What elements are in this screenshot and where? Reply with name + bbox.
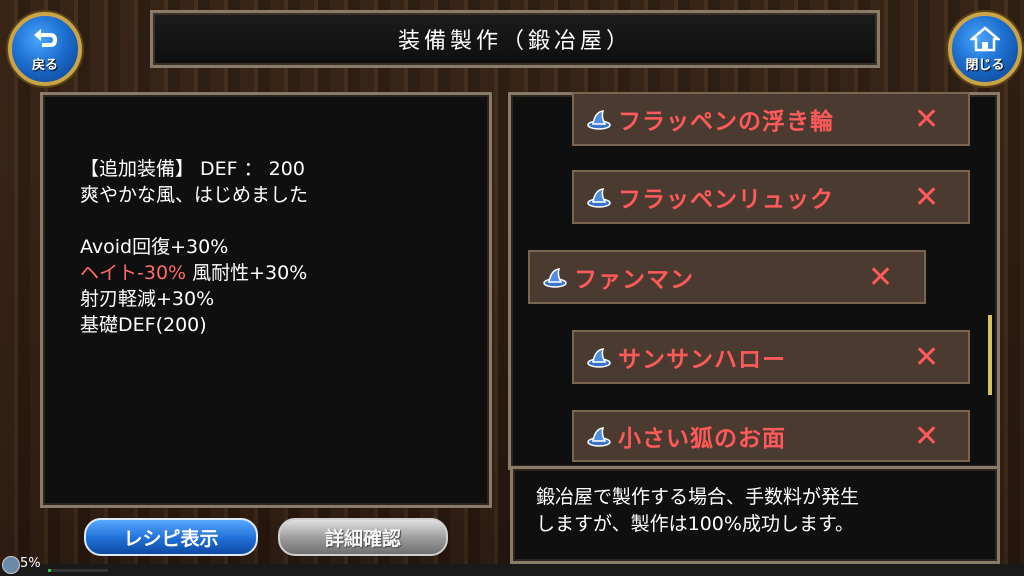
detail-confirm-button[interactable]: 詳細確認 (278, 518, 448, 556)
detail-line-hate-wind: ヘイト-30% 風耐性+30% (80, 258, 307, 285)
hat-icon (587, 427, 611, 447)
page-title: 装備製作（鍛冶屋） (397, 29, 632, 54)
home-icon (970, 25, 1000, 51)
close-button-label: 閉じる (965, 57, 1005, 73)
hat-icon (587, 348, 611, 368)
progress-track (48, 569, 108, 572)
item-name: フラッペンの浮き輪 (618, 109, 834, 135)
detail-line-avoid: Avoid回復+30% (80, 236, 229, 258)
detail-hate-text: ヘイト-30% (80, 262, 187, 284)
close-button[interactable]: 閉じる (948, 12, 1022, 86)
back-button[interactable]: 戻る (8, 12, 82, 86)
hat-icon (587, 110, 611, 130)
hat-icon (587, 188, 611, 208)
cancel-icon[interactable]: ✕ (868, 260, 893, 295)
list-scrollbar[interactable] (988, 315, 992, 395)
cancel-icon[interactable]: ✕ (914, 340, 939, 375)
status-bar (0, 564, 1024, 576)
info-line-1: 鍛冶屋で製作する場合、手数料が発生 (536, 486, 860, 508)
detail-line-base-def: 基礎DEF(200) (80, 314, 207, 336)
cancel-icon[interactable]: ✕ (914, 180, 939, 215)
recipe-display-button[interactable]: レシピ表示 (84, 518, 258, 556)
list-item[interactable]: フラッペンの浮き輪 ✕ (572, 92, 970, 146)
info-line-2: しますが、製作は100%成功します。 (536, 513, 855, 535)
cancel-icon[interactable]: ✕ (914, 102, 939, 137)
list-item[interactable]: フラッペンリュック ✕ (572, 170, 970, 224)
item-name: 小さい狐のお面 (618, 426, 786, 452)
back-arrow-icon (34, 28, 57, 47)
list-item[interactable]: サンサンハロー ✕ (572, 330, 970, 384)
title-bar: 装備製作（鍛冶屋） (150, 10, 880, 68)
progress-percent: 5% (20, 556, 41, 571)
item-name: ファンマン (574, 267, 694, 293)
detail-confirm-label: 詳細確認 (324, 527, 401, 550)
list-item-selected[interactable]: ファンマン ✕ (528, 250, 926, 304)
item-name: フラッペンリュック (618, 187, 834, 213)
detail-line-flavor: 爽やかな風、はじめました (80, 184, 309, 206)
recipe-display-label: レシピ表示 (123, 527, 219, 550)
detail-wind-text: 風耐性+30% (186, 262, 308, 284)
hat-icon (543, 268, 567, 288)
globe-icon (2, 556, 20, 574)
progress-fill (48, 569, 51, 572)
cancel-icon[interactable]: ✕ (914, 419, 939, 454)
item-name: サンサンハロー (618, 347, 786, 373)
detail-line-def: 【追加装備】 DEF ： 200 (80, 158, 305, 180)
list-item[interactable]: 小さい狐のお面 ✕ (572, 410, 970, 462)
detail-line-pierce: 射刃軽減+30% (80, 288, 215, 310)
back-button-label: 戻る (31, 57, 58, 73)
